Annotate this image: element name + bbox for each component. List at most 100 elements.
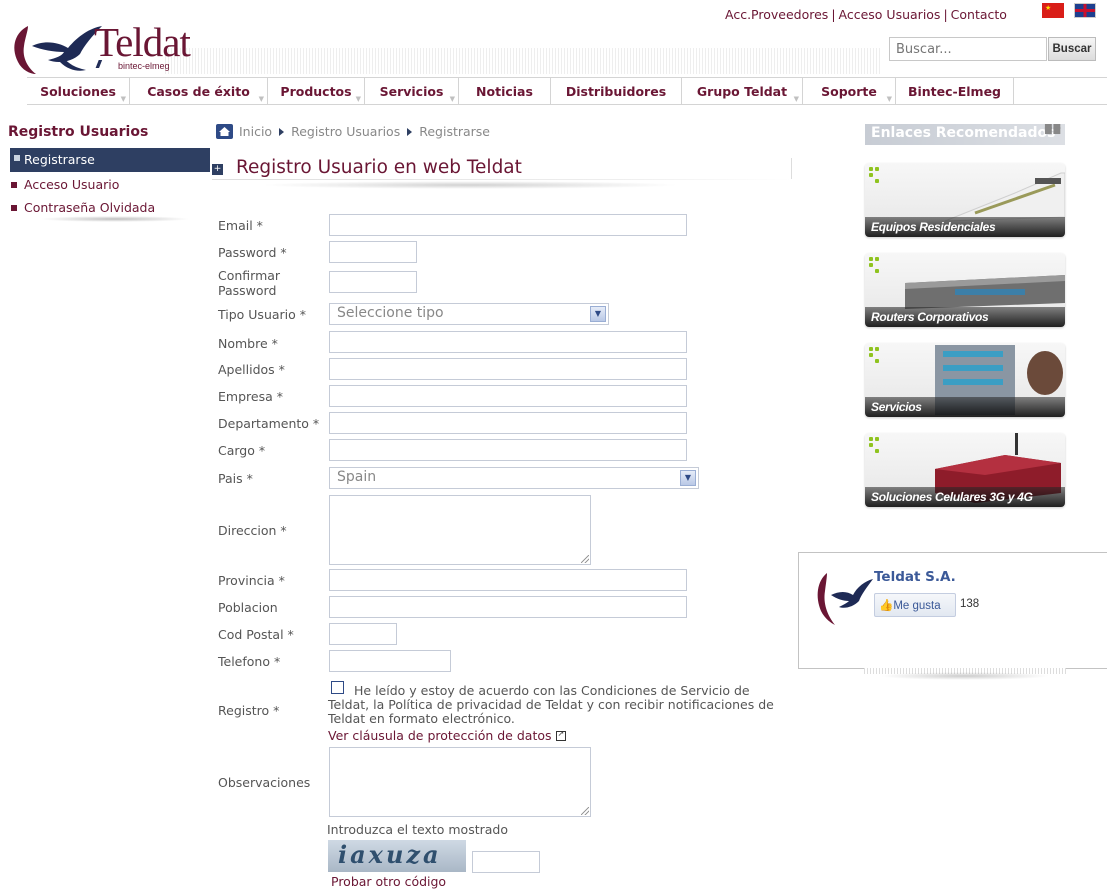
title-shadow: [260, 181, 680, 189]
nombre-field[interactable]: [329, 331, 687, 353]
card-equipos-residenciales[interactable]: Equipos Residenciales: [865, 163, 1065, 237]
confirm-password-field[interactable]: [329, 271, 417, 293]
bird-logo-icon: [14, 26, 102, 74]
bird-logo-icon: [817, 573, 873, 625]
confirm-label-line1: Confirmar: [218, 268, 281, 283]
plus-square-icon: +: [212, 164, 223, 175]
search-input[interactable]: [889, 37, 1047, 61]
nav-label: Bintec-Elmeg: [907, 84, 1002, 99]
nav-label: Grupo Teldat: [696, 84, 788, 99]
dropdown-arrow-icon[interactable]: ▼: [590, 306, 606, 322]
link-acceso-usuarios[interactable]: Acceso Usuarios: [839, 7, 941, 22]
direccion-textarea[interactable]: [329, 495, 591, 565]
sidebar-item-contrasena-olvidada[interactable]: Contraseña Olvidada: [10, 200, 155, 215]
breadcrumb-registro-usuarios[interactable]: Registro Usuarios: [291, 124, 400, 139]
nav-label: Soporte: [821, 84, 877, 99]
link-proveedores[interactable]: Acc.Proveedores: [725, 7, 828, 22]
china-flag-icon[interactable]: [1042, 3, 1064, 18]
caret-down-icon: ▼: [793, 95, 799, 103]
thumbs-up-icon: 👍: [879, 600, 894, 612]
provincia-field[interactable]: [329, 569, 687, 591]
email-field[interactable]: [329, 214, 687, 236]
terms-link-text: Ver cláusula de protección de datos: [328, 728, 552, 743]
top-links: Acc.Proveedores | Acceso Usuarios | Contacto: [725, 7, 1007, 22]
separator: |: [943, 7, 948, 22]
like-label: Me gusta: [893, 600, 941, 612]
card-caption: Servicios: [871, 400, 922, 414]
uk-flag-icon[interactable]: [1074, 3, 1096, 18]
nav-soporte[interactable]: Soporte ▼: [803, 78, 896, 105]
sidebar-shadow: [40, 216, 190, 222]
sidebar-item-registrarse[interactable]: Registrarse: [10, 148, 210, 172]
link-contacto[interactable]: Contacto: [951, 7, 1007, 22]
green-dots-icon: [869, 257, 881, 273]
nav-servicios[interactable]: Servicios ▼: [365, 78, 459, 105]
terms-link[interactable]: Ver cláusula de protección de datos: [328, 728, 566, 743]
observaciones-textarea[interactable]: [329, 747, 591, 817]
external-link-icon: [555, 729, 566, 741]
captcha-input[interactable]: [472, 851, 540, 873]
cargo-field[interactable]: [329, 439, 687, 461]
card-servicios[interactable]: Servicios: [865, 343, 1065, 417]
nav-casos-exito[interactable]: Casos de éxito ▼: [130, 78, 268, 105]
page-title: Registro Usuario en web Teldat: [236, 157, 522, 178]
registro-label: Registro *: [218, 703, 280, 718]
facebook-like-button[interactable]: 👍Me gusta: [874, 593, 956, 617]
card-caption: Equipos Residenciales: [871, 220, 996, 234]
card-caption: Soluciones Celulares 3G y 4G: [871, 490, 1033, 504]
empresa-label: Empresa *: [218, 389, 283, 404]
breadcrumb-current: Registrarse: [419, 124, 490, 139]
password-field[interactable]: [329, 241, 417, 263]
recommended-links-title: Enlaces Recomendados ■■ ■■: [865, 124, 1065, 145]
nav-distribuidores[interactable]: Distribuidores: [551, 78, 682, 105]
provincia-label: Provincia *: [218, 573, 285, 588]
green-dots-icon: [869, 347, 881, 363]
breadcrumb-arrow-icon: [407, 127, 413, 136]
departamento-field[interactable]: [329, 412, 687, 434]
pais-select[interactable]: Spain ▼: [329, 467, 699, 489]
apellidos-field[interactable]: [329, 358, 687, 380]
nav-noticias[interactable]: Noticias: [459, 78, 551, 105]
poblacion-field[interactable]: [329, 596, 687, 618]
confirm-password-label: Confirmar Password: [218, 268, 280, 298]
tipo-usuario-label: Tipo Usuario *: [218, 307, 307, 322]
cod-postal-field[interactable]: [329, 623, 397, 645]
search-button[interactable]: Buscar: [1048, 37, 1096, 61]
caret-down-icon: ▼: [449, 95, 455, 103]
nav-soluciones[interactable]: Soluciones ▼: [27, 78, 130, 105]
cargo-label: Cargo *: [218, 443, 266, 458]
captcha-refresh-link[interactable]: Probar otro código: [331, 874, 446, 889]
cod-postal-label: Cod Postal *: [218, 627, 294, 642]
nav-label: Servicios: [379, 84, 444, 99]
widget-shadow: [880, 672, 1050, 680]
main-nav: Soluciones ▼ Casos de éxito ▼ Productos ▼ S…: [27, 77, 1107, 105]
nav-label: Casos de éxito: [147, 84, 250, 99]
dropdown-arrow-icon[interactable]: ▼: [680, 470, 696, 486]
nav-bintec-elmeg[interactable]: Bintec-Elmeg: [896, 78, 1014, 105]
resize-grip-icon[interactable]: [581, 807, 589, 815]
teldat-logo[interactable]: Teldat /// bintec-elmeg: [6, 18, 196, 76]
sidebar-item-acceso-usuario[interactable]: Acceso Usuario: [10, 177, 119, 192]
resize-grip-icon[interactable]: [581, 555, 589, 563]
card-routers-corporativos[interactable]: Routers Corporativos: [865, 253, 1065, 327]
sidebar-title: Registro Usuarios: [8, 124, 149, 140]
apellidos-label: Apellidos *: [218, 362, 285, 377]
caret-down-icon: ▼: [258, 95, 264, 103]
facebook-page-name[interactable]: Teldat S.A.: [874, 569, 956, 585]
nav-label: Productos: [280, 84, 352, 99]
pais-value: Spain: [337, 469, 377, 485]
tipo-usuario-select[interactable]: Seleccione tipo ▼: [329, 303, 609, 325]
breadcrumb-inicio[interactable]: Inicio: [239, 124, 272, 139]
green-dots-icon: [869, 437, 881, 453]
empresa-field[interactable]: [329, 385, 687, 407]
nav-productos[interactable]: Productos ▼: [268, 78, 365, 105]
telefono-label: Telefono *: [218, 654, 281, 669]
nombre-label: Nombre *: [218, 336, 278, 351]
telefono-field[interactable]: [329, 650, 451, 672]
nav-grupo-teldat[interactable]: Grupo Teldat ▼: [682, 78, 803, 105]
terms-checkbox[interactable]: [331, 681, 344, 694]
title-underline: [212, 179, 792, 180]
card-soluciones-celulares[interactable]: Soluciones Celulares 3G y 4G: [865, 433, 1065, 507]
home-icon[interactable]: [216, 124, 233, 139]
email-label: Email *: [218, 218, 263, 233]
